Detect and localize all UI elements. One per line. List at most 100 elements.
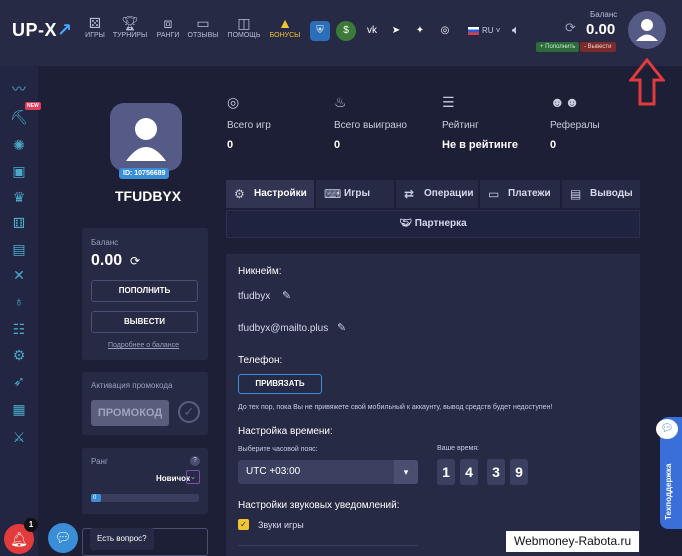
rank-card: Ранг ? Новичок ⌄ 0	[82, 448, 208, 514]
chevron-down-icon[interactable]: ⌄	[186, 470, 200, 484]
balance-card: Баланс 0.00 ⟳ ПОПОЛНИТЬ ВЫВЕСТИ Подробне…	[82, 228, 208, 360]
balance-value: 0.00	[586, 21, 616, 38]
deposit-button[interactable]: + Пополнить	[536, 42, 580, 52]
timezone-select[interactable]: UTC +03:00 ▾	[238, 460, 418, 484]
your-time-label: Ваше время:	[437, 445, 480, 452]
rank-name: Новичок	[156, 474, 191, 483]
referrals-icon: ☻☻	[550, 94, 580, 110]
new-badge: NEW	[25, 102, 41, 110]
crown-icon[interactable]: ♛	[8, 188, 30, 206]
telegram-icon[interactable]: ➤	[386, 21, 406, 41]
operations-icon: ⇄	[404, 187, 415, 201]
swords-icon[interactable]: ⚔	[8, 428, 30, 446]
handshake-icon: 🤝︎	[399, 218, 415, 229]
stat-total-games: ◎ Всего игр 0	[227, 94, 271, 151]
top-bar: UP-X↗ ⚄ ИГРЫ 🏆︎ ТУРНИРЫ ⧈ РАНГИ ▭ ОТЗЫВЫ ◫ ПО…	[0, 0, 682, 66]
tab-operations[interactable]: ⇄ Операции	[396, 180, 478, 208]
sound-option-label: Звуки игры	[258, 520, 304, 530]
logo-arrow-icon: ↗	[57, 20, 73, 40]
tab-payments[interactable]: ▭ Платежи	[480, 180, 560, 208]
sound-icon[interactable]: 🔈︎	[512, 22, 520, 38]
notification-count: 1	[24, 518, 38, 532]
time-digit: 4	[460, 459, 478, 485]
promo-code-input[interactable]: ПРОМОКОД	[91, 400, 169, 426]
keno-icon[interactable]: ▦	[8, 400, 30, 418]
balance-card-label: Баланс	[91, 238, 119, 247]
user-icon	[636, 19, 658, 41]
chat-icon[interactable]: 💬︎	[656, 419, 678, 439]
time-digit: 9	[510, 459, 528, 485]
x-icon[interactable]: ✕	[8, 266, 30, 284]
refresh-icon[interactable]: ⟳	[565, 20, 576, 36]
support-tab-label: Техподдержка	[664, 463, 673, 520]
ladder-icon[interactable]: ☷	[8, 320, 30, 338]
balance-label: Баланс	[590, 10, 618, 19]
instagram-icon[interactable]: ◎	[435, 21, 455, 41]
time-digit: 1	[437, 459, 455, 485]
withdraw-button[interactable]: ВЫВЕСТИ	[91, 311, 198, 333]
phone-note: До тех пор, пока Вы не привяжете свой мо…	[238, 404, 553, 411]
mining-icon[interactable]: ⛏	[8, 108, 30, 126]
username: TFUDBYX	[115, 188, 182, 204]
sound-checkbox[interactable]: ✓	[238, 519, 249, 530]
language-selector[interactable]: RU ˅	[468, 26, 500, 35]
tab-settings[interactable]: ⚙ Настройки	[226, 180, 314, 208]
help-icon: ◫	[237, 15, 251, 31]
sound-heading: Настройки звуковых уведомлений:	[238, 500, 400, 511]
rank-label: Ранг	[91, 457, 108, 466]
chat-icon: 💬︎	[54, 530, 72, 545]
nav-bonuses[interactable]: ▲ БОНУСЫ	[263, 14, 307, 39]
games-icon: ◎	[227, 94, 240, 110]
wallet-icon: ▤	[570, 187, 582, 201]
refresh-icon[interactable]: ⟳	[130, 254, 140, 268]
rocket-icon[interactable]: ➶	[8, 372, 30, 390]
email-value: tfudbyx@mailto.plus	[238, 323, 329, 334]
rank-progress-fill: 0	[91, 494, 101, 502]
rating-icon: ☰	[442, 94, 455, 110]
ru-flag-icon	[468, 26, 479, 35]
tab-partner[interactable]: 🤝︎ Партнерка	[226, 210, 640, 238]
edit-nickname-icon[interactable]: ✎	[282, 289, 291, 302]
dollar-icon[interactable]: $	[336, 21, 356, 41]
deposit-button[interactable]: ПОПОЛНИТЬ	[91, 280, 198, 302]
time-heading: Настройка времени:	[238, 426, 333, 437]
tab-games[interactable]: ⌨ Игры	[316, 180, 394, 208]
gear-icon: ⚙	[234, 187, 245, 201]
reviews-icon: ▭	[196, 15, 210, 31]
chat-tooltip: Есть вопрос?	[90, 528, 154, 550]
watermark: Webmoney-Rabota.ru	[506, 531, 640, 552]
sidebar: 〰 ⛏ ✺ ▣ ♛ ⚅ ▤ ✕ ♁ ☷ ⚙ ➶ ▦ ⚔	[0, 66, 38, 556]
case-icon[interactable]: ▣	[8, 162, 30, 180]
trend-icon[interactable]: 〰	[8, 80, 30, 98]
shield-icon[interactable]: ⛨	[310, 21, 330, 41]
vk-icon[interactable]: vk	[362, 21, 382, 41]
twitter-icon[interactable]: ✦	[410, 21, 430, 41]
tab-withdrawals[interactable]: ▤ Выводы	[562, 180, 640, 208]
dice-icon[interactable]: ⚅	[8, 214, 30, 232]
edit-email-icon[interactable]: ✎	[337, 321, 346, 334]
settings-panel: Никнейм: tfudbyx ✎ tfudbyx@mailto.plus ✎…	[226, 254, 640, 556]
profile-avatar[interactable]	[110, 103, 182, 171]
gamepad-icon: ⌨	[324, 187, 342, 201]
nav-reviews[interactable]: ▭ ОТЗЫВЫ	[181, 14, 225, 39]
withdraw-button[interactable]: - Вывести	[580, 42, 616, 52]
nickname-value: tfudbyx	[238, 291, 271, 302]
help-icon[interactable]: ?	[190, 456, 200, 466]
avatar[interactable]	[628, 11, 666, 49]
check-icon[interactable]: ✓	[178, 401, 200, 423]
annotation-arrow-icon	[629, 58, 665, 106]
site-logo[interactable]: UP-X↗	[12, 20, 73, 41]
bomb-icon[interactable]: ♁	[8, 292, 30, 310]
time-digit: 3	[487, 459, 505, 485]
chat-button[interactable]: 💬︎	[48, 523, 78, 553]
chevron-down-icon: ▾	[394, 460, 418, 484]
balance-details-link[interactable]: Подробнее о балансе	[108, 342, 179, 349]
gear-icon[interactable]: ⚙	[8, 346, 30, 364]
nav-help[interactable]: ◫ ПОМОЩЬ	[222, 14, 266, 39]
winnings-icon: ♨	[334, 94, 347, 110]
bind-phone-button[interactable]: ПРИВЯЗАТЬ	[238, 374, 322, 394]
promo-label: Активация промокода	[91, 381, 173, 390]
promo-card: Активация промокода ПРОМОКОД ✓	[82, 372, 208, 435]
cards-icon[interactable]: ▤	[8, 240, 30, 258]
wheel-icon[interactable]: ✺	[8, 136, 30, 154]
